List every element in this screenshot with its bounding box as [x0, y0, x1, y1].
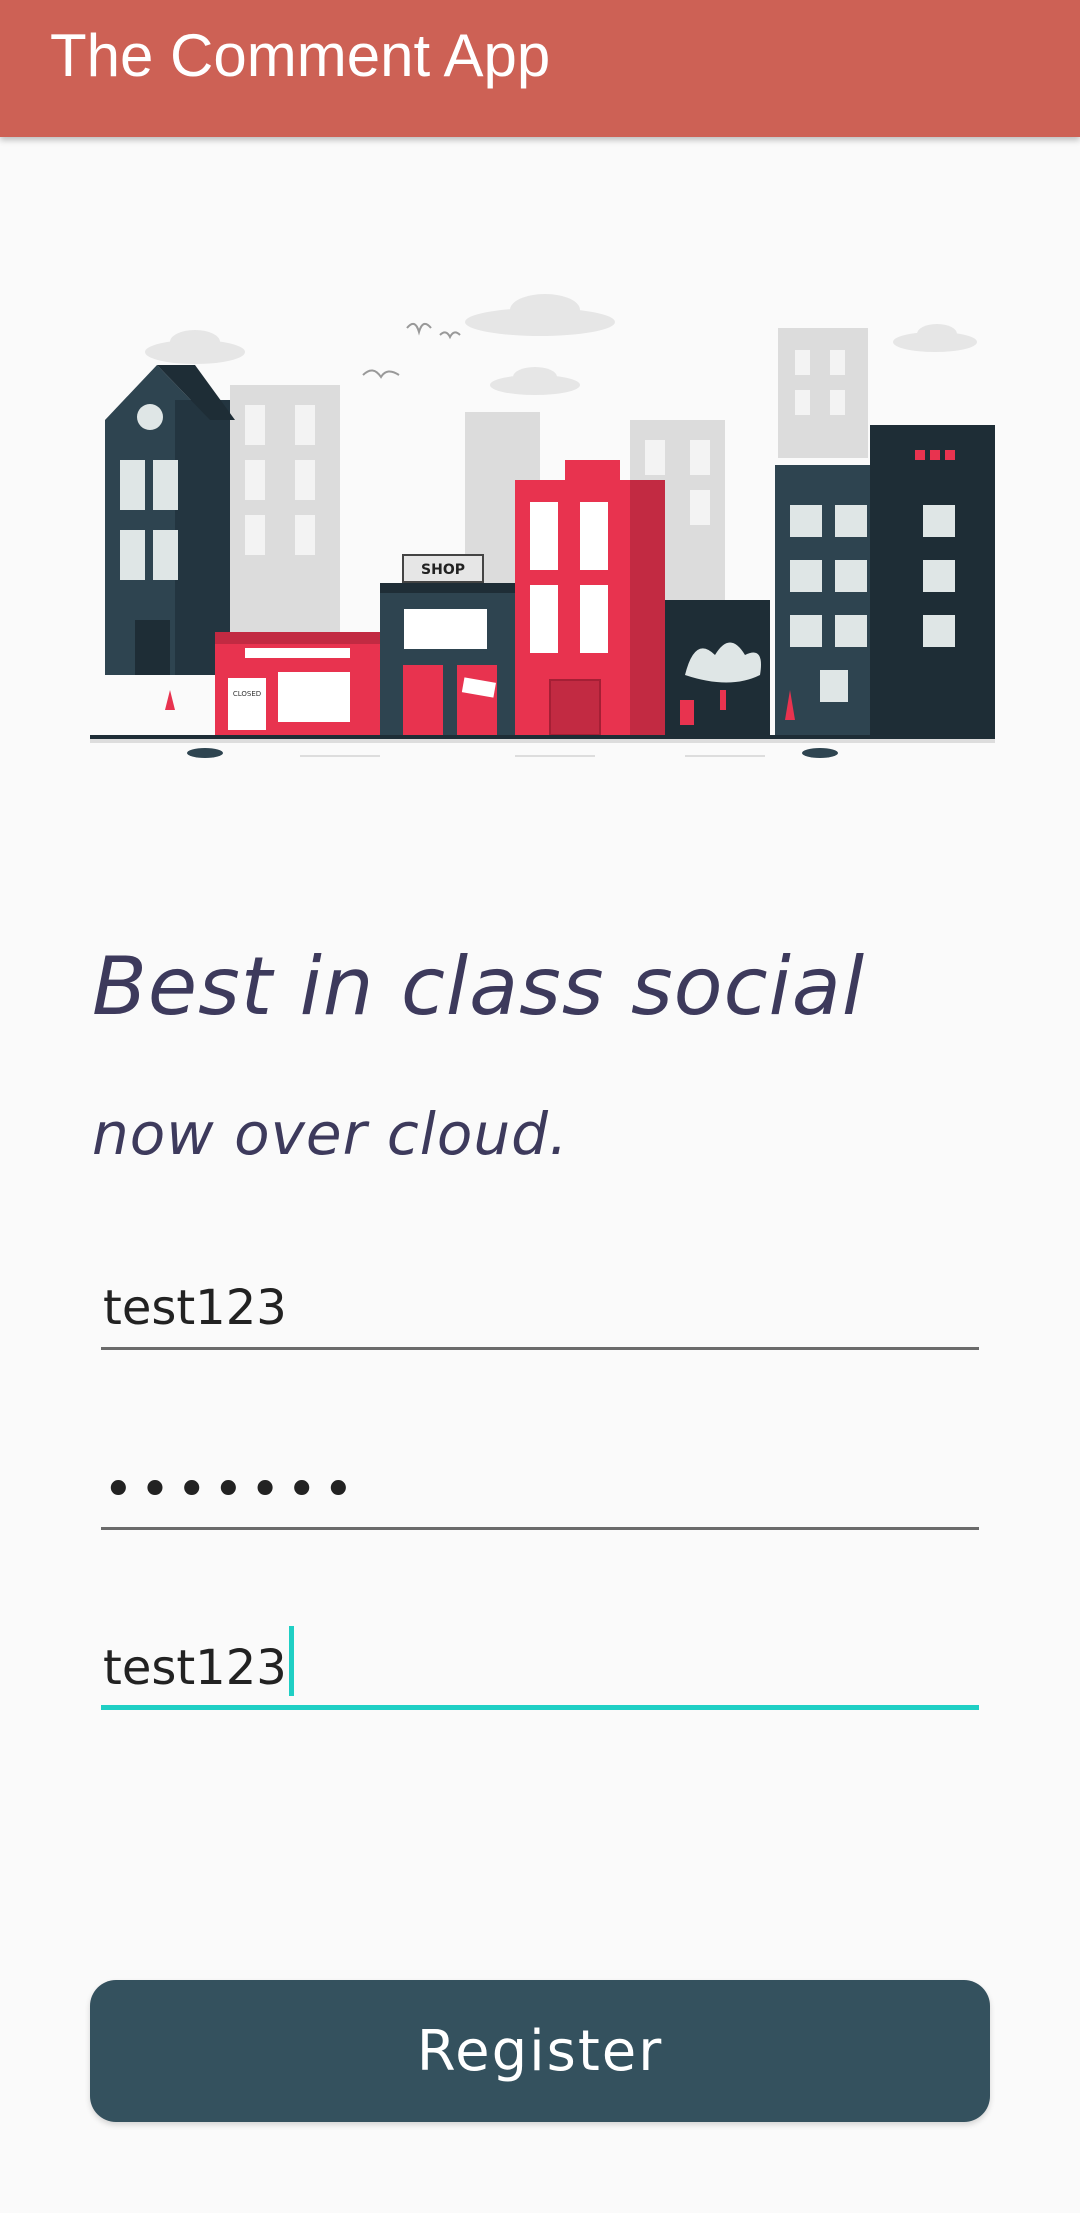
confirm-value: test123 — [103, 1640, 287, 1696]
password-field[interactable]: ••••••• — [101, 1440, 979, 1530]
confirm-field[interactable]: test123 — [101, 1620, 979, 1710]
register-button[interactable]: Register — [90, 1980, 990, 2122]
closed-sign: CLOSED — [233, 690, 261, 698]
app-bar: The Comment App — [0, 0, 1080, 137]
app-title: The Comment App — [50, 22, 551, 89]
username-field[interactable]: test123 — [101, 1260, 979, 1350]
confirm-underline — [101, 1705, 979, 1710]
tagline-line2: now over cloud. — [92, 1100, 569, 1168]
city-illustration: CLOSED SHOP — [90, 294, 995, 758]
username-underline — [101, 1347, 979, 1350]
tagline-line1: Best in class social — [92, 940, 866, 1033]
username-value: test123 — [103, 1280, 287, 1336]
text-cursor — [288, 1626, 294, 1696]
password-underline — [101, 1527, 979, 1530]
password-value: ••••••• — [103, 1460, 360, 1520]
shop-sign: SHOP — [421, 562, 465, 578]
